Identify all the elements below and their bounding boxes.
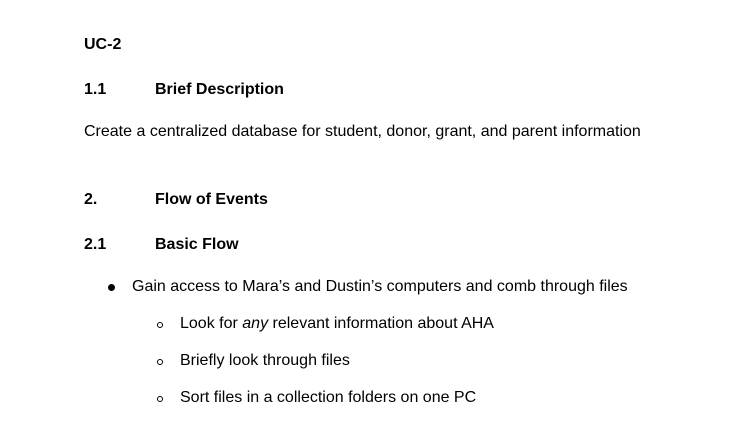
subbullet-marker <box>157 389 163 407</box>
doc-id: UC-2 <box>84 36 122 53</box>
section-number-1-1: 1.1 <box>84 81 107 98</box>
section-title-basic-flow: Basic Flow <box>155 236 239 253</box>
subbullet-item: Briefly look through files <box>180 352 350 369</box>
description-text: Create a centralized database for studen… <box>84 123 641 140</box>
hollow-bullet-icon <box>157 322 163 328</box>
subbullet-item: Sort files in a collection folders on on… <box>180 389 477 406</box>
section-title-brief-description: Brief Description <box>155 81 284 98</box>
subbullet-text-after: relevant information about AHA <box>268 315 494 332</box>
section-number-2-1: 2.1 <box>84 236 107 253</box>
subbullet-emphasis: any <box>242 315 269 332</box>
subbullet-text-before: Look for <box>180 315 243 332</box>
document-page: UC-2 1.1 Brief Description Create a cent… <box>0 0 733 427</box>
section-number-2: 2. <box>84 191 98 208</box>
hollow-bullet-icon <box>157 359 163 365</box>
section-title-flow-of-events: Flow of Events <box>155 191 268 208</box>
filled-bullet-icon <box>108 284 115 291</box>
subbullet-marker <box>157 352 163 370</box>
bullet-item: Gain access to Mara’s and Dustin’s compu… <box>132 278 628 295</box>
hollow-bullet-icon <box>157 396 163 402</box>
subbullet-marker <box>157 315 163 333</box>
subbullet-item: Look for any relevant information about … <box>180 315 494 333</box>
bullet-marker <box>108 278 115 296</box>
